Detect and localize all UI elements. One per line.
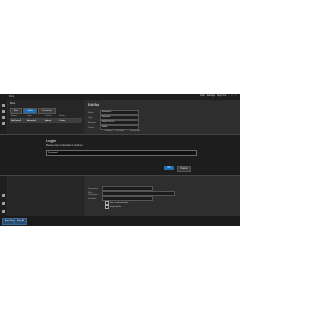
- cell-name: BotDemo1: [11, 120, 22, 122]
- log-icon[interactable]: [2, 210, 5, 213]
- status-bar: Auto Start Stop All: [0, 216, 240, 226]
- cell-status: Online: [59, 120, 66, 122]
- grid-header-owner[interactable]: Owner: [45, 114, 59, 118]
- password-input[interactable]: Password: [46, 150, 197, 156]
- detail-title: Edit Bot: [88, 103, 100, 107]
- app-title: Bots: [9, 95, 15, 98]
- task-icon[interactable]: [2, 116, 5, 119]
- table-row[interactable]: BotDemo1 Attended Admin Online: [10, 119, 82, 123]
- panel-header: Bots: [10, 102, 16, 105]
- grid-header-status[interactable]: Status: [59, 114, 73, 118]
- checkbox-icon[interactable]: [105, 205, 109, 209]
- header-enabled: Enabled: [105, 130, 113, 132]
- field-label: Start Parameters: [88, 191, 99, 196]
- maximize-icon[interactable]: □: [231, 95, 232, 97]
- stop-all-button[interactable]: Stop All: [14, 218, 28, 225]
- field-label: Name: [88, 111, 94, 114]
- login-dialog: Login Please enter credentials to contin…: [0, 134, 240, 176]
- param-table-header: Enabled Parameter Description: [105, 130, 150, 132]
- cell-owner: Admin: [45, 120, 52, 122]
- bot-icon[interactable]: [2, 110, 5, 113]
- user-icon[interactable]: [2, 202, 5, 205]
- home-icon[interactable]: [2, 104, 5, 107]
- header-description: Description: [130, 130, 141, 132]
- window-controls: – □ ×: [228, 95, 236, 97]
- dialog-message: Please enter credentials to continue: [46, 145, 83, 147]
- field-label: Schedule: [88, 197, 97, 200]
- help-link[interactable]: Help: [200, 95, 205, 97]
- bots-grid: Name Type Owner Status BotDemo1 Attended…: [10, 114, 82, 123]
- grid-header-type[interactable]: Type: [27, 114, 45, 118]
- app-window: Bots Help Settings Sign Out – □ × Bots B…: [0, 94, 240, 226]
- close-icon[interactable]: ×: [235, 95, 236, 97]
- dialog-title: Login: [46, 138, 56, 143]
- field-label: Description: [88, 187, 99, 190]
- cell-type: Attended: [27, 120, 36, 122]
- settings-icon[interactable]: [2, 194, 5, 197]
- settings-link[interactable]: Settings: [207, 95, 215, 97]
- checkbox-label: Keep log file: [110, 206, 122, 208]
- sign-out-link[interactable]: Sign Out: [217, 95, 226, 97]
- checkbox-log[interactable]: Keep log file: [105, 205, 121, 209]
- checkbox-label: Run as administrator: [110, 202, 129, 204]
- field-label: Owner: [88, 126, 95, 129]
- grid-header-name[interactable]: Name: [10, 114, 27, 118]
- minimize-icon[interactable]: –: [228, 95, 229, 97]
- field-label: Type: [88, 116, 93, 119]
- topbar-actions: Help Settings Sign Out – □ ×: [200, 95, 236, 97]
- schedule-icon[interactable]: [2, 122, 5, 125]
- ok-button[interactable]: OK: [164, 166, 174, 170]
- field-label: Machine: [88, 121, 96, 124]
- header-parameter: Parameter: [115, 130, 125, 132]
- cancel-button[interactable]: Cancel: [177, 166, 191, 172]
